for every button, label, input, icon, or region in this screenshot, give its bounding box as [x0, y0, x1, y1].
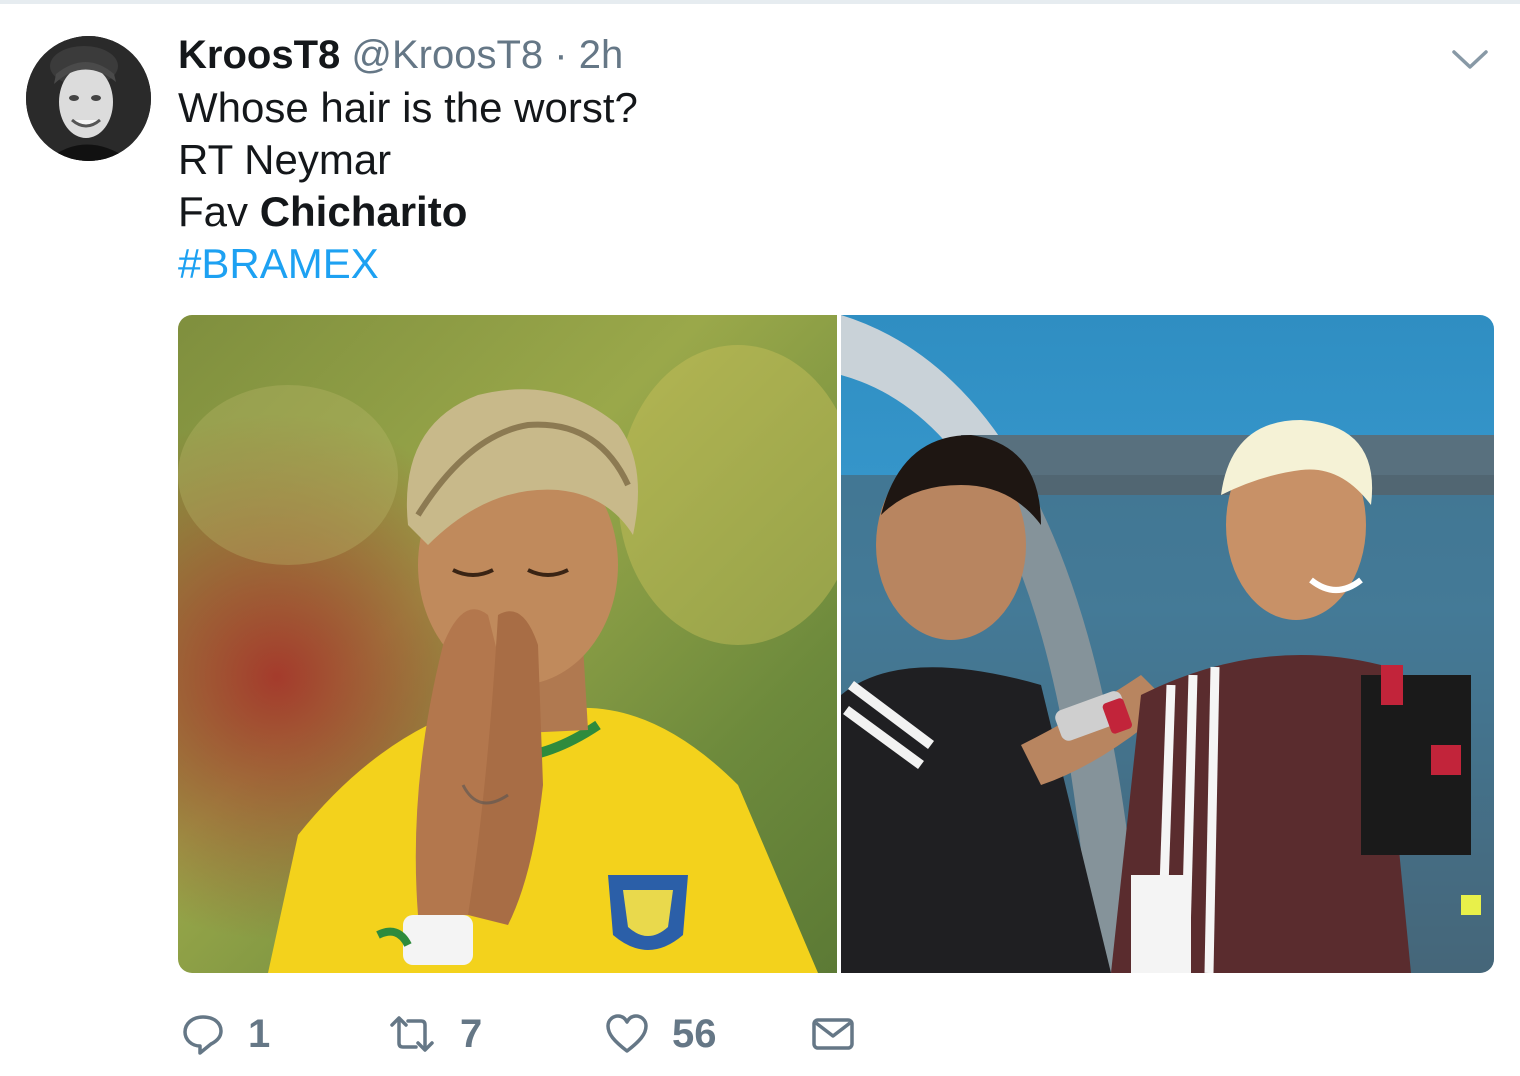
like-count: 56: [672, 1011, 717, 1056]
direct-message-button[interactable]: [810, 1008, 856, 1060]
tweet-line-fav: Fav Chicharito: [178, 186, 638, 238]
envelope-icon: [812, 1018, 854, 1050]
fav-name: Chicharito: [259, 188, 468, 235]
reply-icon: [183, 1015, 223, 1055]
tweet-line-question: Whose hair is the worst?: [178, 84, 638, 131]
hashtag-link[interactable]: #BRAMEX: [178, 240, 379, 287]
tweet-header: KroosT8 @KroosT8 · 2h: [178, 30, 623, 80]
media-image-right[interactable]: [841, 315, 1494, 973]
photo-player-and-staff: [841, 315, 1494, 973]
tweet-body: Whose hair is the worst? RT Neymar Fav C…: [178, 82, 638, 290]
display-name[interactable]: KroosT8: [178, 33, 340, 77]
tweet-line-rt: RT Neymar: [178, 136, 392, 183]
user-handle[interactable]: @KroosT8: [351, 33, 543, 77]
avatar[interactable]: [26, 36, 151, 161]
heart-icon: [606, 1014, 648, 1053]
separator-dot: ·: [554, 33, 568, 77]
retweet-icon: [390, 1016, 434, 1052]
more-options-button[interactable]: [1448, 44, 1492, 74]
retweet-button[interactable]: 7: [386, 1008, 482, 1060]
chevron-down-icon: [1452, 50, 1488, 69]
fav-prefix: Fav: [178, 188, 260, 235]
timestamp[interactable]: 2h: [579, 33, 624, 77]
avatar-photo: [26, 36, 151, 161]
photo-player-yellow-jersey: [178, 315, 858, 973]
like-button[interactable]: 56: [604, 1008, 717, 1060]
media-image-left[interactable]: [178, 315, 858, 973]
reply-button[interactable]: 1: [180, 1008, 270, 1060]
tweet-media: [178, 315, 1494, 973]
retweet-count: 7: [460, 1011, 483, 1056]
reply-count: 1: [248, 1011, 271, 1056]
top-divider: [0, 0, 1520, 4]
